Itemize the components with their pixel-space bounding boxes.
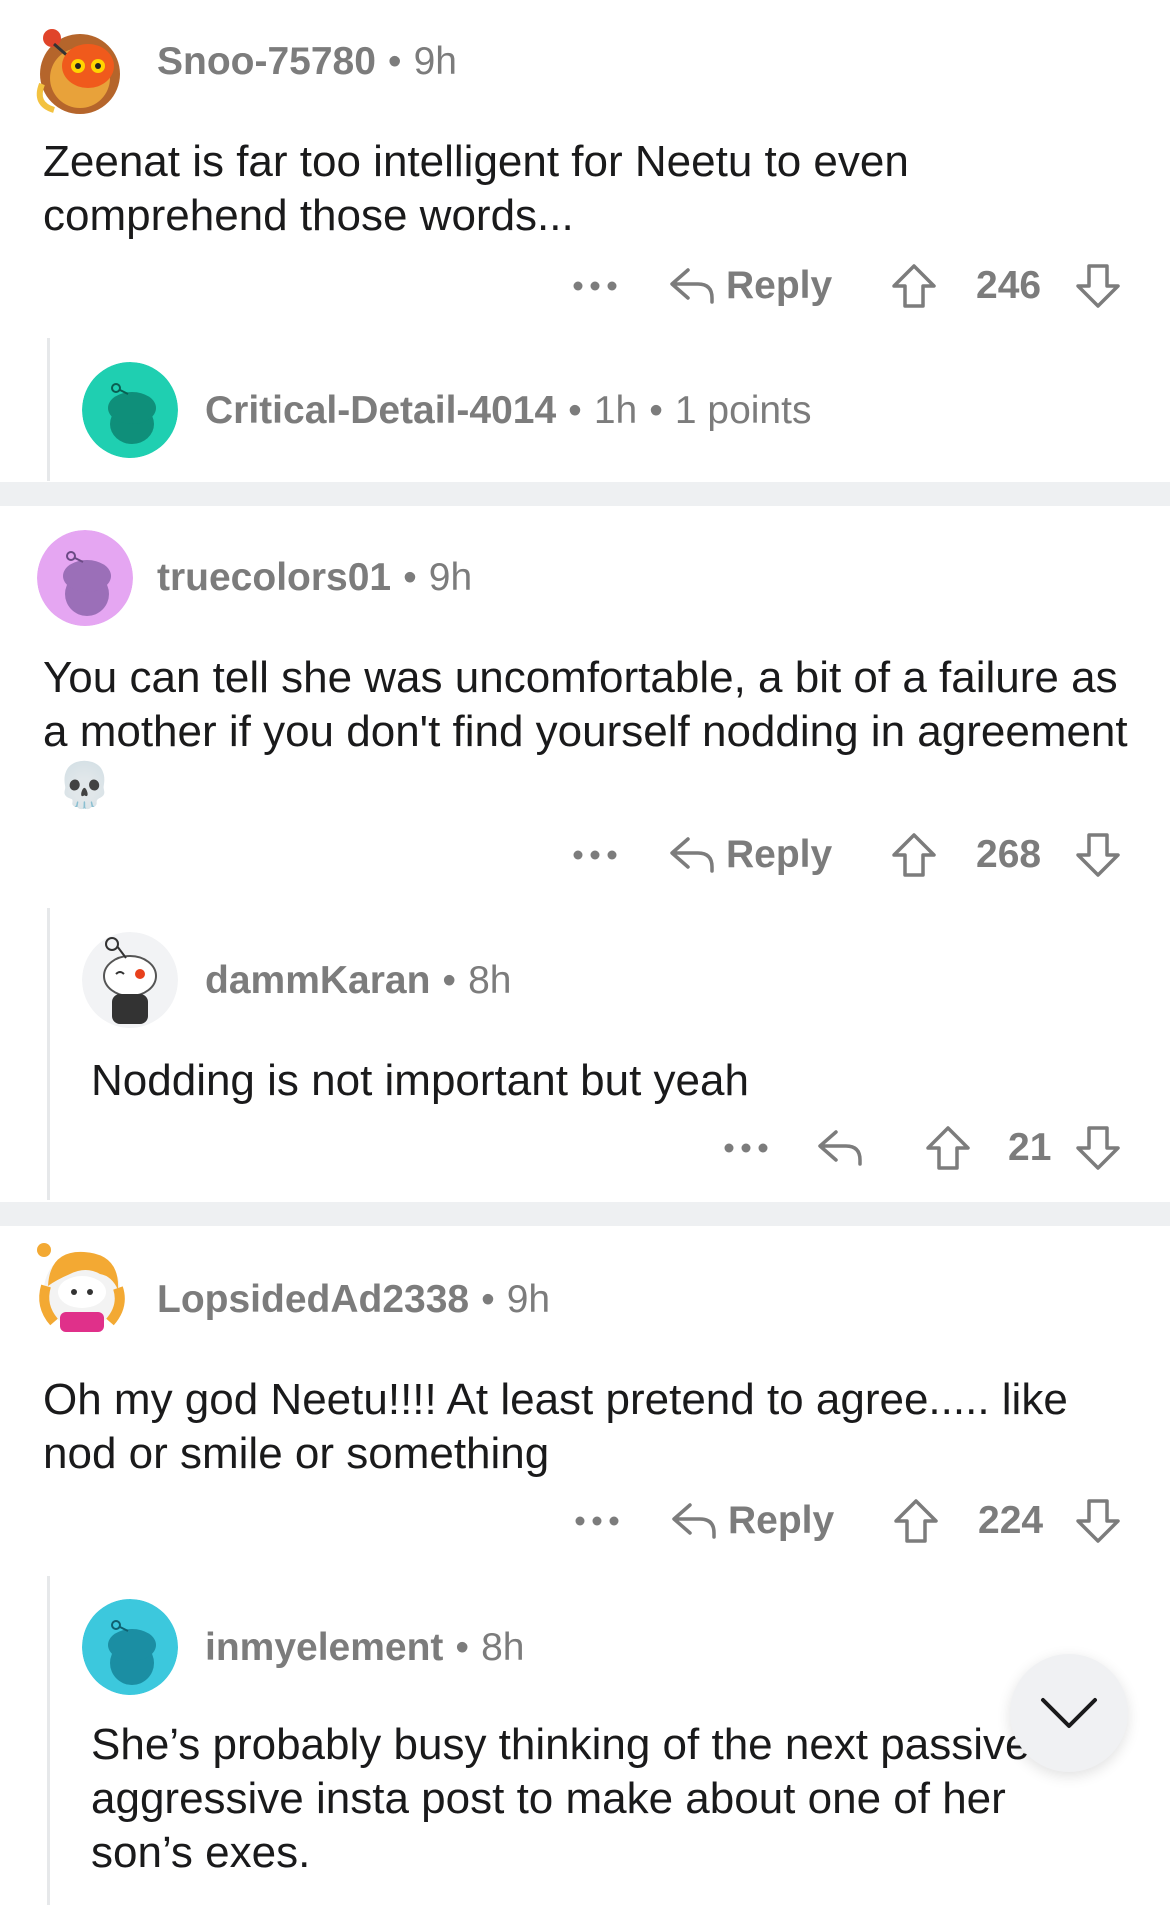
- comment-actions: Reply 224: [0, 1491, 1170, 1551]
- comment-separator: [0, 482, 1170, 506]
- username[interactable]: Snoo-75780: [157, 40, 376, 83]
- reply-button[interactable]: Reply: [668, 256, 832, 316]
- downvote-button[interactable]: [1074, 825, 1122, 885]
- avatar[interactable]: [82, 932, 178, 1028]
- downvote-button[interactable]: [1074, 1491, 1122, 1551]
- username[interactable]: truecolors01: [157, 556, 391, 599]
- reply-button[interactable]: Reply: [670, 1491, 834, 1551]
- upvote-button[interactable]: [924, 1118, 972, 1178]
- vote-score: 268: [976, 833, 1042, 876]
- points-label: 1 points: [674, 389, 812, 432]
- more-icon: [575, 1516, 619, 1526]
- downvote-button[interactable]: [1074, 256, 1122, 316]
- chevron-down-icon: [1041, 1698, 1097, 1728]
- more-button[interactable]: [574, 1491, 620, 1551]
- timestamp: 8h: [481, 1626, 525, 1669]
- upvote-button[interactable]: [890, 825, 938, 885]
- reply-label: Reply: [726, 833, 833, 876]
- comment-text: You can tell she was uncomfortable, a bi…: [43, 653, 1128, 756]
- timestamp: 1h: [593, 389, 638, 432]
- avatar[interactable]: [37, 530, 133, 626]
- thread-line[interactable]: [47, 338, 50, 481]
- comment-meta: inmyelement • 8h: [205, 1626, 525, 1669]
- avatar[interactable]: [30, 14, 130, 114]
- more-button[interactable]: [572, 825, 618, 885]
- upvote-icon: [894, 1499, 938, 1543]
- comment-meta: dammKaran • 8h: [205, 959, 512, 1002]
- upvote-button[interactable]: [890, 256, 938, 316]
- scroll-down-button[interactable]: [1010, 1654, 1128, 1772]
- comment-body: Nodding is not important but yeah: [91, 1056, 749, 1105]
- comment-actions: Reply 246: [0, 256, 1170, 316]
- reply-button[interactable]: Reply: [668, 825, 832, 885]
- more-icon: [724, 1143, 768, 1153]
- comment-body: Zeenat is far too intelligent for Neetu …: [43, 137, 909, 240]
- thread-line[interactable]: [47, 1576, 50, 1905]
- downvote-icon: [1076, 833, 1120, 877]
- username[interactable]: dammKaran: [205, 959, 430, 1002]
- vote-score: 246: [976, 264, 1042, 307]
- upvote-icon: [926, 1126, 970, 1170]
- reply-label: Reply: [728, 1499, 835, 1542]
- downvote-icon: [1076, 264, 1120, 308]
- reply-arrow-icon: [670, 268, 714, 304]
- comment-body: She’s probably busy thinking of the next…: [91, 1720, 1030, 1877]
- more-button[interactable]: [723, 1118, 769, 1178]
- more-button[interactable]: [572, 256, 618, 316]
- timestamp: 9h: [506, 1278, 551, 1321]
- comment-actions: 21: [0, 1118, 1170, 1178]
- comment-meta: LopsidedAd2338 • 9h: [157, 1278, 551, 1321]
- comment-meta: Snoo-75780 • 9h: [157, 40, 457, 83]
- reply-label: Reply: [726, 264, 833, 307]
- reply-arrow-icon: [672, 1503, 716, 1539]
- timestamp: 8h: [468, 959, 512, 1002]
- upvote-button[interactable]: [892, 1491, 940, 1551]
- vote-score: 21: [1008, 1126, 1052, 1169]
- reply-arrow-icon: [818, 1130, 862, 1166]
- avatar[interactable]: [82, 362, 178, 458]
- reply-button[interactable]: [816, 1118, 864, 1178]
- upvote-icon: [892, 264, 936, 308]
- skull-emoji: 💀: [57, 761, 112, 810]
- upvote-icon: [892, 833, 936, 877]
- reply-arrow-icon: [670, 837, 714, 873]
- avatar[interactable]: [82, 1599, 178, 1695]
- vote-score: 224: [978, 1499, 1044, 1542]
- timestamp: 9h: [428, 556, 473, 599]
- username[interactable]: LopsidedAd2338: [157, 1278, 469, 1321]
- comment-body: Oh my god Neetu!!!! At least pretend to …: [43, 1375, 1068, 1478]
- username[interactable]: Critical-Detail-4014: [205, 389, 556, 432]
- downvote-button[interactable]: [1074, 1118, 1122, 1178]
- timestamp: 9h: [413, 40, 457, 83]
- username[interactable]: inmyelement: [205, 1626, 443, 1669]
- comment-body: You can tell she was uncomfortable, a bi…: [43, 651, 1133, 813]
- comment-actions: Reply 268: [0, 825, 1170, 885]
- comment-meta: Critical-Detail-4014 • 1h • 1 points: [205, 389, 812, 432]
- comment-meta: truecolors01 • 9h: [157, 556, 473, 599]
- downvote-icon: [1076, 1126, 1120, 1170]
- downvote-icon: [1076, 1499, 1120, 1543]
- more-icon: [573, 850, 617, 860]
- more-icon: [573, 281, 617, 291]
- comment-separator: [0, 1202, 1170, 1226]
- avatar[interactable]: [30, 1236, 130, 1336]
